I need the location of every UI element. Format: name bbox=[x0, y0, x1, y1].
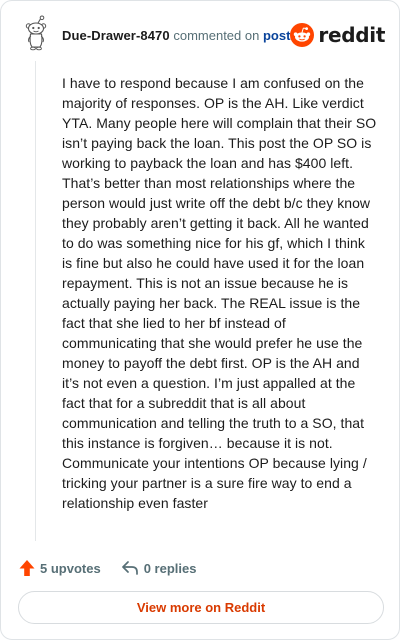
comment-attribution: Due-Drawer-8470 commented on post bbox=[62, 28, 290, 43]
view-more-on-reddit-button[interactable]: View more on Reddit bbox=[18, 591, 384, 624]
reply-arrow-icon bbox=[121, 560, 139, 576]
upvote-count: 5 upvotes bbox=[40, 560, 101, 576]
comment-header: Due-Drawer-8470 commented on post reddit bbox=[21, 15, 385, 55]
thread-line bbox=[35, 61, 36, 541]
snoo-avatar-icon[interactable] bbox=[21, 15, 51, 55]
upvote-arrow-icon bbox=[19, 559, 35, 577]
username-link[interactable]: Due-Drawer-8470 bbox=[62, 28, 170, 43]
reply-count: 0 replies bbox=[143, 560, 197, 576]
embedded-comment-card: Due-Drawer-8470 commented on post reddit… bbox=[0, 0, 400, 640]
reddit-brand[interactable]: reddit bbox=[290, 23, 385, 47]
reply-button[interactable]: 0 replies bbox=[121, 560, 197, 576]
commented-on-text: commented on bbox=[173, 27, 260, 43]
comment-actions: 5 upvotes 0 replies bbox=[19, 557, 196, 579]
reddit-wordmark: reddit bbox=[318, 23, 386, 47]
reddit-logo-icon bbox=[290, 23, 315, 47]
comment-body: I have to respond because I am confused … bbox=[62, 75, 377, 511]
upvote-button[interactable]: 5 upvotes bbox=[19, 559, 101, 577]
view-more-label: View more on Reddit bbox=[136, 600, 266, 615]
post-link[interactable]: post bbox=[263, 28, 290, 43]
